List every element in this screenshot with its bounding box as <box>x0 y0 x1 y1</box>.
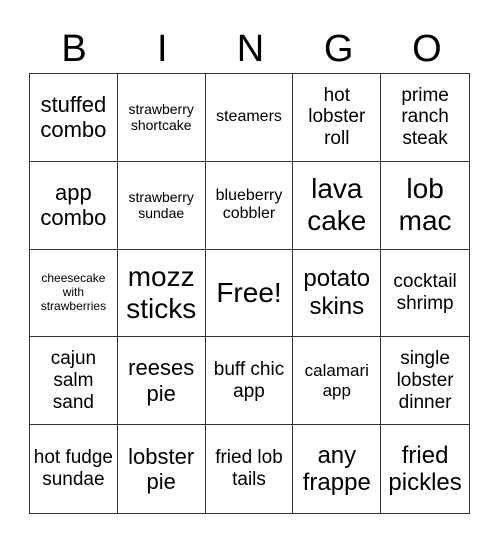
cell-label: blueberry cobbler <box>215 186 283 223</box>
bingo-header: BINGO <box>30 26 471 72</box>
cell-label: prime ranch steak <box>401 84 449 150</box>
header-letter-n: N <box>236 28 265 70</box>
header-letter-o: O <box>412 28 442 70</box>
cell-label: steamers <box>216 108 282 126</box>
cell-label: buff chic app <box>213 358 285 402</box>
bingo-cell[interactable]: fried lob tails <box>206 425 294 513</box>
bingo-cell[interactable]: cajun salm sand <box>30 337 118 426</box>
cell-label: cajun salm sand <box>50 348 97 413</box>
bingo-cell[interactable]: lobster pie <box>118 425 206 513</box>
cell-label: fried pickles <box>388 441 462 497</box>
bingo-cell[interactable]: strawberry sundae <box>117 161 206 250</box>
cell-label: potato skins <box>303 265 371 320</box>
cell-label: lob mac <box>398 173 452 237</box>
cell-label: hot fudge sundae <box>33 447 114 491</box>
cell-label: calamari app <box>304 361 369 400</box>
bingo-cell[interactable]: app combo <box>30 161 118 250</box>
cell-label: lava cake <box>307 173 367 237</box>
cell-label: strawberry shortcake <box>128 101 194 134</box>
bingo-cell[interactable]: fried pickles <box>381 425 469 513</box>
bingo-cell[interactable]: hot lobster roll <box>293 74 382 162</box>
bingo-cell[interactable]: any frappe <box>293 425 382 513</box>
bingo-cell[interactable]: blueberry cobbler <box>205 161 294 250</box>
cell-label: app combo <box>40 179 107 231</box>
bingo-cell[interactable]: hot fudge sundae <box>30 425 118 513</box>
cell-label: mozz sticks <box>126 260 197 324</box>
bingo-cell[interactable]: buff chic app <box>205 337 294 426</box>
cell-label: strawberry sundae <box>128 189 194 222</box>
header-letter-i: I <box>157 28 168 70</box>
cell-label: Free! <box>216 276 282 308</box>
cell-label: stuffed combo <box>40 92 107 143</box>
bingo-cell[interactable]: steamers <box>205 74 294 162</box>
bingo-cell[interactable]: single lobster dinner <box>381 337 469 426</box>
cell-label: fried lob tails <box>215 447 283 491</box>
header-letter-g: G <box>323 28 354 70</box>
bingo-cell[interactable]: lob mac <box>381 162 469 250</box>
cell-label: single lobster dinner <box>396 348 454 413</box>
bingo-cell[interactable]: reeses pie <box>117 337 206 426</box>
cell-label: reeses pie <box>128 355 195 406</box>
bingo-cell[interactable]: prime ranch steak <box>381 74 469 162</box>
bingo-cell[interactable]: calamari app <box>293 337 382 426</box>
cell-label: cocktail shrimp <box>393 271 457 314</box>
bingo-cell[interactable]: cheesecake with strawberries <box>30 249 118 338</box>
bingo-cell[interactable]: potato skins <box>293 249 382 338</box>
bingo-cell[interactable]: stuffed combo <box>30 74 118 162</box>
header-letter-b: B <box>61 28 87 70</box>
bingo-cell[interactable]: mozz sticks <box>117 249 206 338</box>
bingo-grid: stuffed combo strawberry shortcake steamer… <box>29 73 470 514</box>
cell-label: any frappe <box>302 441 371 497</box>
free-space-cell[interactable]: Free! <box>205 249 294 338</box>
bingo-cell[interactable]: cocktail shrimp <box>381 250 469 338</box>
cell-label: cheesecake with strawberries <box>40 271 107 313</box>
cell-label: lobster pie <box>128 443 195 495</box>
cell-label: hot lobster roll <box>308 84 366 150</box>
bingo-cell[interactable]: strawberry shortcake <box>117 74 206 162</box>
bingo-cell[interactable]: lava cake <box>293 161 382 250</box>
